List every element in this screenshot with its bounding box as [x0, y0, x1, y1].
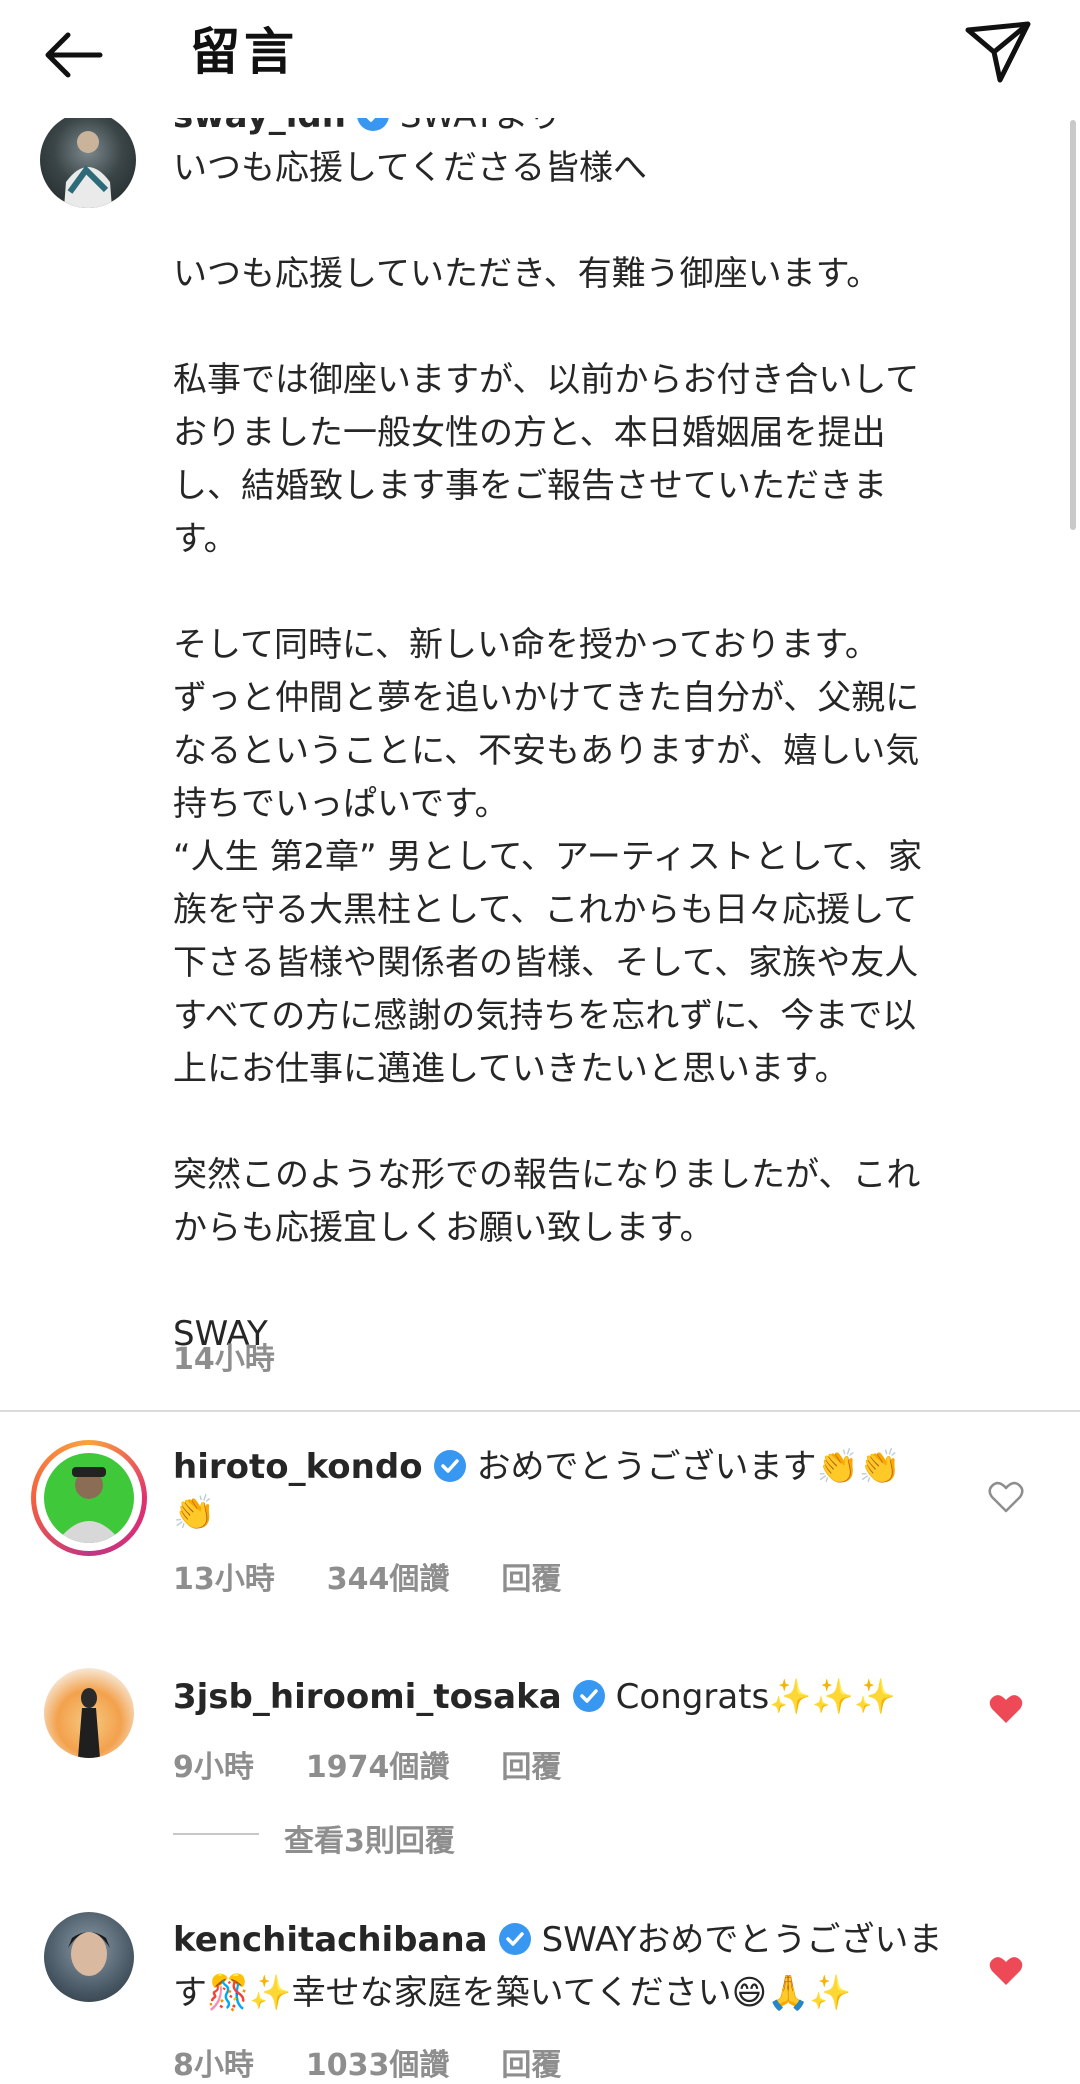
post-author-line: sway_ldh SWAYより — [173, 118, 562, 142]
comment-time: 13小時 — [173, 1562, 275, 1597]
reply-button[interactable]: 回覆 — [501, 2048, 561, 2083]
comment-meta: 9小時 1974個讚 回覆 — [173, 1742, 613, 1786]
story-ring[interactable] — [31, 1440, 147, 1556]
comment-text: SWAYおめでとうございま — [541, 1920, 943, 1960]
verified-badge-icon — [498, 1923, 531, 1955]
top-bar: 留言 — [0, 0, 1080, 118]
scrollbar[interactable] — [1070, 120, 1076, 530]
commenter-username[interactable]: hiroto_kondo — [173, 1447, 423, 1487]
heart-icon[interactable] — [988, 1480, 1024, 1514]
commenter-username[interactable]: kenchitachibana — [173, 1920, 488, 1960]
post-timestamp: 14小時 — [173, 1342, 275, 1377]
replies-divider-line — [173, 1833, 259, 1835]
send-icon[interactable] — [960, 14, 1036, 90]
comment-likes[interactable]: 1033個讚 — [306, 2048, 450, 2083]
reply-button[interactable]: 回覆 — [501, 1562, 561, 1597]
post-caption-section: sway_ldh SWAYより いつも応援してくださる皆様へ いつも応援していた… — [0, 118, 1080, 1410]
comment-meta: 13小時 344個讚 回覆 — [173, 1554, 613, 1598]
commenter-avatar[interactable] — [44, 1668, 134, 1758]
comment-meta: 8小時 1033個讚 回覆 — [173, 2040, 613, 2084]
comment-text: おめでとうございます👏👏 — [476, 1447, 902, 1487]
comment-text: Congrats✨✨✨ — [615, 1677, 897, 1717]
commenter-avatar[interactable] — [44, 1912, 134, 2002]
verified-badge-icon — [357, 118, 389, 131]
verified-badge-icon — [572, 1680, 605, 1712]
post-author-username[interactable]: sway_ldh — [173, 118, 346, 136]
caption-divider — [0, 1410, 1080, 1412]
post-author-avatar[interactable] — [40, 118, 136, 208]
comment-time: 9小時 — [173, 1750, 254, 1785]
comment-text-continued: す🎊✨幸せな家庭を築いてください😄🙏✨ — [173, 1973, 852, 2013]
comment-text-continued: 👏 — [173, 1493, 216, 1533]
back-arrow-icon[interactable] — [40, 22, 106, 88]
verified-badge-icon — [433, 1450, 466, 1482]
heart-icon[interactable] — [988, 1692, 1024, 1726]
reply-button[interactable]: 回覆 — [501, 1750, 561, 1785]
comment-body: 3jsb_hiroomi_tosaka Congrats✨✨✨ — [173, 1674, 973, 1720]
commenter-username[interactable]: 3jsb_hiroomi_tosaka — [173, 1677, 562, 1717]
comment-body: hiroto_kondo おめでとうございます👏👏 👏 — [173, 1444, 953, 1536]
comment-body: kenchitachibana SWAYおめでとうございま す🎊✨幸せな家庭を築い… — [173, 1914, 963, 2020]
comment-likes[interactable]: 344個讚 — [327, 1562, 450, 1597]
comment-time: 8小時 — [173, 2048, 254, 2083]
post-author-suffix: SWAYより — [400, 118, 562, 136]
commenter-avatar[interactable] — [44, 1453, 134, 1543]
page-title: 留言 — [190, 23, 298, 81]
comment-likes[interactable]: 1974個讚 — [306, 1750, 450, 1785]
view-replies-button[interactable]: 查看3則回覆 — [284, 1816, 455, 1860]
heart-icon[interactable] — [988, 1954, 1024, 1988]
post-caption-text: いつも応援してくださる皆様へ いつも応援していただき、有難う御座います。 私事で… — [173, 148, 922, 1354]
